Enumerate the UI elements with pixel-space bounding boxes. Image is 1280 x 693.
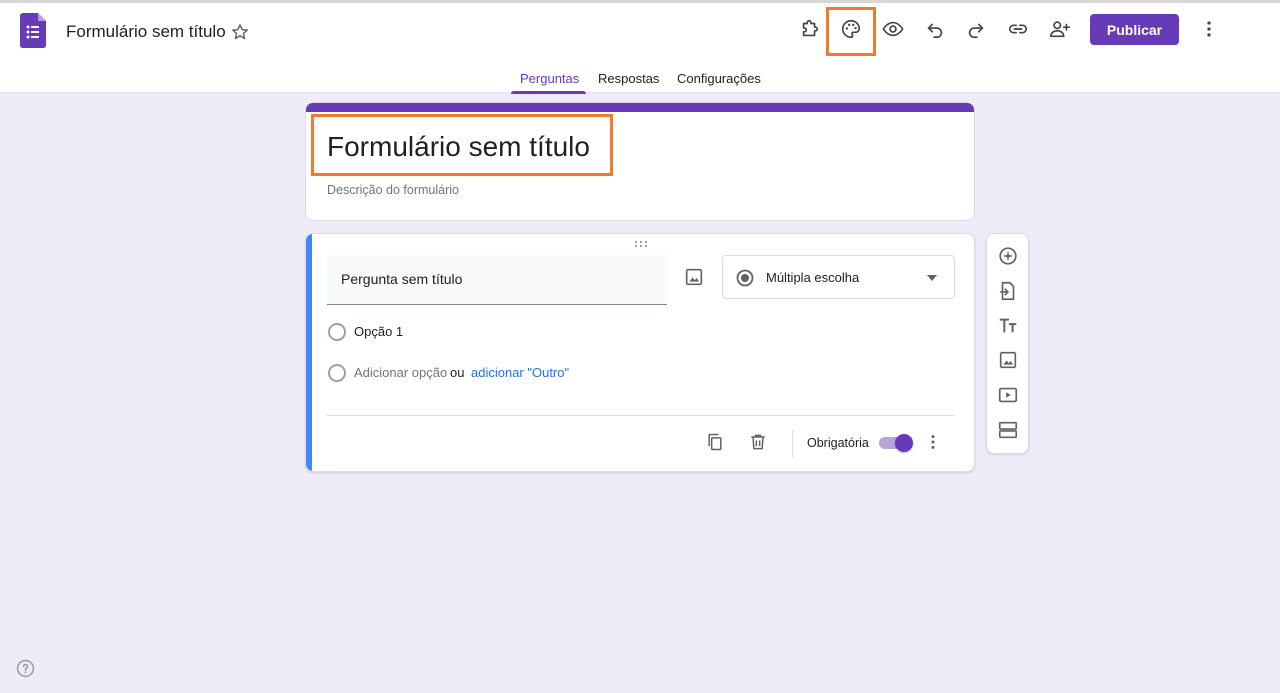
top-bar: Formulário sem título Publicar Perguntas… [0, 0, 1280, 95]
active-card-indicator [306, 234, 312, 471]
add-video-icon[interactable] [997, 384, 1019, 406]
duplicate-icon[interactable] [705, 432, 725, 452]
help-icon[interactable] [16, 659, 35, 678]
undo-icon[interactable] [921, 15, 949, 43]
add-collaborator-icon[interactable] [1046, 15, 1074, 43]
publish-button[interactable]: Publicar [1090, 14, 1179, 45]
tab-configuracoes[interactable]: Configurações [677, 71, 761, 86]
tab-respostas[interactable]: Respostas [598, 71, 659, 86]
drag-handle-icon[interactable] [634, 240, 648, 248]
document-title[interactable]: Formulário sem título [66, 22, 226, 42]
title-highlight-box [311, 114, 613, 176]
card-accent-strip [306, 103, 974, 112]
star-icon[interactable] [230, 22, 250, 42]
floating-toolbar [986, 233, 1029, 454]
more-vert-icon[interactable] [923, 432, 943, 452]
add-image-icon[interactable] [683, 266, 705, 288]
question-title-input[interactable]: Pergunta sem título [327, 255, 667, 305]
preview-eye-icon[interactable] [879, 15, 907, 43]
dropdown-caret-icon [927, 275, 937, 281]
redo-icon[interactable] [962, 15, 990, 43]
import-questions-icon[interactable] [997, 280, 1019, 302]
question-type-label: Múltipla escolha [766, 270, 860, 285]
option-row[interactable]: Opção 1 [328, 323, 628, 343]
add-other-link[interactable]: adicionar "Outro" [471, 365, 569, 380]
add-title-icon[interactable] [997, 315, 1019, 337]
add-question-icon[interactable] [997, 245, 1019, 267]
palette-highlight-box [826, 7, 876, 56]
form-description-field[interactable]: Descrição do formulário [327, 183, 459, 197]
card-footer-divider [327, 415, 955, 416]
more-vert-icon[interactable] [1195, 15, 1223, 43]
required-label: Obrigatória [807, 436, 869, 450]
tab-bar: Perguntas Respostas Configurações [0, 67, 1280, 95]
tab-perguntas[interactable]: Perguntas [520, 71, 579, 86]
question-title-text: Pergunta sem título [341, 271, 463, 287]
question-card[interactable]: Pergunta sem título Múltipla escolha Opç… [305, 233, 975, 472]
addon-puzzle-icon[interactable] [796, 15, 824, 43]
required-toggle[interactable] [879, 434, 913, 452]
add-section-icon[interactable] [997, 419, 1019, 441]
delete-icon[interactable] [748, 432, 768, 452]
radio-checked-icon [736, 269, 754, 287]
link-icon[interactable] [1004, 15, 1032, 43]
radio-empty-icon [328, 323, 346, 341]
or-text: ou [450, 365, 465, 380]
footer-separator [792, 430, 793, 457]
add-option-link[interactable]: Adicionar opção [354, 365, 447, 380]
option-label[interactable]: Opção 1 [354, 324, 403, 339]
question-type-select[interactable]: Múltipla escolha [722, 255, 955, 299]
radio-empty-icon [328, 364, 346, 382]
add-option-row: Adicionar opção ou adicionar "Outro" [328, 364, 728, 384]
toggle-knob [895, 434, 913, 452]
forms-app-icon[interactable] [20, 13, 46, 48]
active-tab-indicator [511, 91, 586, 94]
add-image-icon[interactable] [997, 349, 1019, 371]
